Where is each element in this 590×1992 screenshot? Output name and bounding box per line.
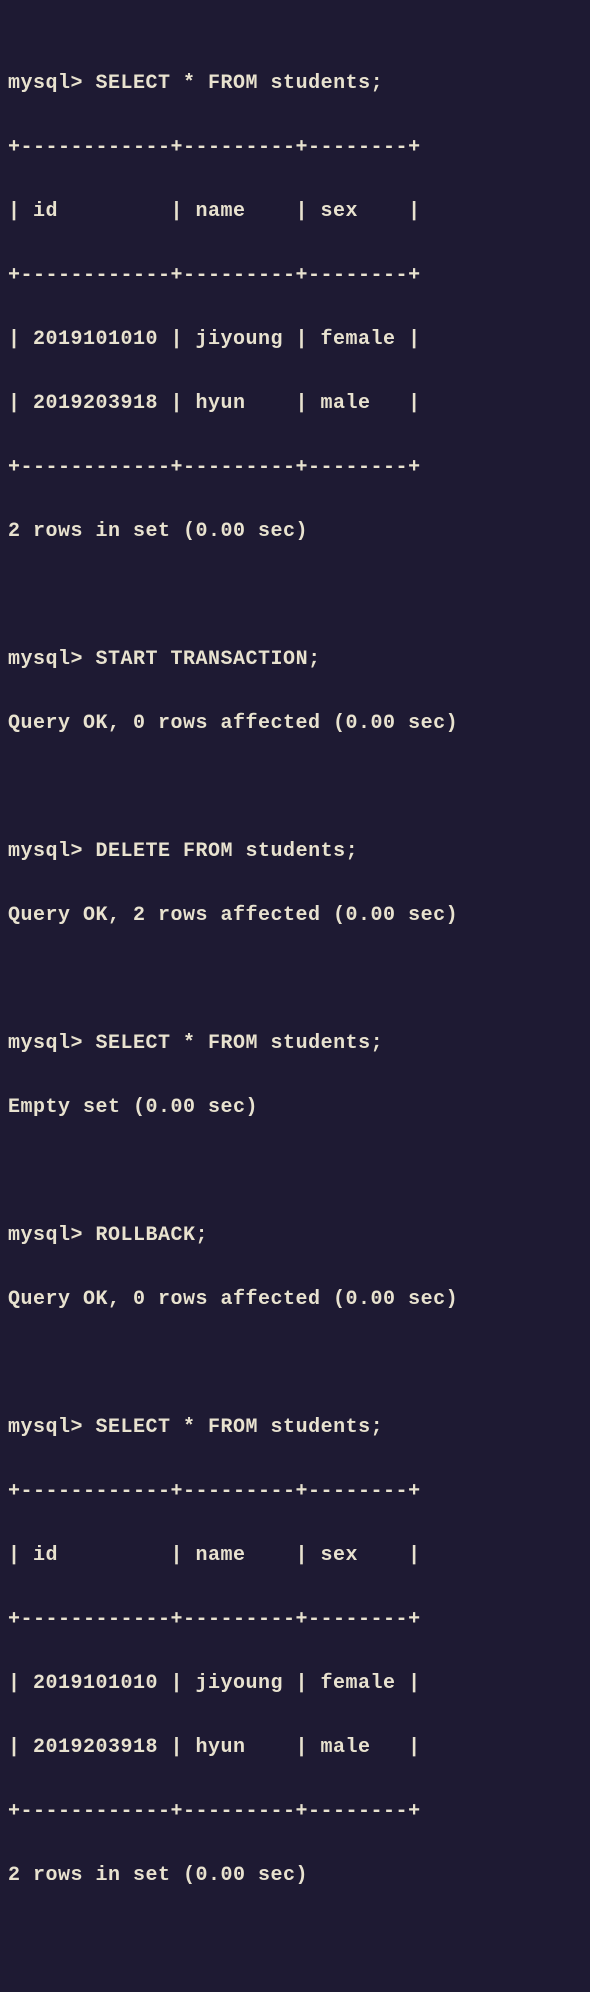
blank-line [8,1348,582,1380]
table-row: | 2019101010 | jiyoung | female | [8,324,582,356]
blank-line [8,964,582,996]
table-border: +------------+---------+--------+ [8,260,582,292]
query-line: mysql> ROLLBACK; [8,1220,582,1252]
sql-command: DELETE FROM students; [96,840,359,863]
result-text: Query OK, 0 rows affected (0.00 sec) [8,708,582,740]
prompt: mysql> [8,72,83,95]
blank-line [8,772,582,804]
table-header: | id | name | sex | [8,196,582,228]
blank-line [8,1156,582,1188]
table-border: +------------+---------+--------+ [8,1476,582,1508]
result-text: 2 rows in set (0.00 sec) [8,516,582,548]
query-line: mysql> SELECT * FROM students; [8,1028,582,1060]
prompt: mysql> [8,840,83,863]
table-row: | 2019203918 | hyun | male | [8,388,582,420]
query-line: mysql> SELECT * FROM students; [8,68,582,100]
table-header: | id | name | sex | [8,1540,582,1572]
prompt: mysql> [8,648,83,671]
sql-command: ROLLBACK; [96,1224,209,1247]
result-text: Query OK, 0 rows affected (0.00 sec) [8,1284,582,1316]
query-line: mysql> DELETE FROM students; [8,836,582,868]
table-border: +------------+---------+--------+ [8,1604,582,1636]
query-line: mysql> SELECT * FROM students; [8,1412,582,1444]
result-text: Empty set (0.00 sec) [8,1092,582,1124]
table-border: +------------+---------+--------+ [8,452,582,484]
table-row: | 2019203918 | hyun | male | [8,1732,582,1764]
query-line: mysql> START TRANSACTION; [8,644,582,676]
table-border: +------------+---------+--------+ [8,132,582,164]
result-text: 2 rows in set (0.00 sec) [8,1860,582,1892]
sql-command: SELECT * FROM students; [96,1416,384,1439]
prompt: mysql> [8,1224,83,1247]
blank-line [8,580,582,612]
sql-command: START TRANSACTION; [96,648,321,671]
table-border: +------------+---------+--------+ [8,1796,582,1828]
prompt: mysql> [8,1032,83,1055]
sql-command: SELECT * FROM students; [96,1032,384,1055]
sql-command: SELECT * FROM students; [96,72,384,95]
table-row: | 2019101010 | jiyoung | female | [8,1668,582,1700]
prompt: mysql> [8,1416,83,1439]
result-text: Query OK, 2 rows affected (0.00 sec) [8,900,582,932]
